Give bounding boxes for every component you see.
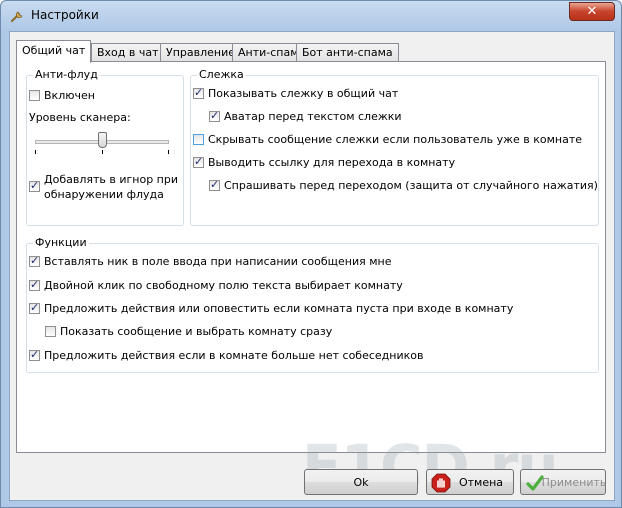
ask-before-jump-checkbox[interactable]: Спрашивать перед переходом (защита от сл…	[209, 178, 598, 193]
insert-nick-checkbox[interactable]: Вставлять ник в поле ввода при написании…	[29, 254, 391, 269]
watch-group: Слежка Показывать слежку в общий чат Ава…	[190, 68, 599, 226]
scanner-level-label: Уровень сканера:	[29, 111, 131, 124]
tab-chat-entry[interactable]: Вход в чат	[91, 43, 165, 62]
checkbox-box	[29, 278, 40, 291]
no-companions-action-checkbox[interactable]: Предложить действия если в комнате больш…	[29, 348, 423, 363]
title-bar: Настройки ✕	[1, 1, 621, 31]
antiflood-legend: Анти-флуд	[33, 68, 100, 81]
antiflood-group: Анти-флуд Включен Уровень сканера: Добав…	[26, 68, 184, 226]
stop-hand-icon	[431, 473, 451, 493]
close-button[interactable]: ✕	[569, 2, 615, 21]
tab-anti-spam[interactable]: Анти-спам	[232, 43, 305, 62]
functions-group: Функции Вставлять ник в поле ввода при н…	[26, 236, 599, 373]
checkbox-box	[29, 179, 40, 192]
cancel-button-label: Отмена	[458, 475, 504, 489]
checkmark-icon	[526, 475, 544, 491]
show-message-select-room-label: Показать сообщение и выбрать комнату сра…	[60, 325, 333, 338]
cancel-button[interactable]: Отмена	[426, 469, 514, 495]
checkbox-box	[29, 348, 40, 361]
double-click-room-checkbox[interactable]: Двойной клик по свободному полю текста в…	[29, 278, 403, 293]
hide-watch-label: Скрывать сообщение слежки если пользоват…	[208, 133, 583, 146]
antiflood-ignore-checkbox[interactable]: Добавлять в игнор при обнаружении флуда	[29, 172, 178, 202]
double-click-room-label: Двойной клик по свободному полю текста в…	[44, 279, 403, 292]
room-link-label: Выводить ссылку для перехода в комнату	[208, 156, 456, 169]
antiflood-enabled-checkbox[interactable]: Включен	[29, 88, 95, 103]
ok-button-label: Ok	[353, 475, 369, 489]
room-link-checkbox[interactable]: Выводить ссылку для перехода в комнату	[193, 155, 455, 170]
checkbox-box	[209, 178, 220, 191]
antiflood-ignore-label: Добавлять в игнор при обнаружении флуда	[44, 173, 178, 201]
window-title: Настройки	[31, 8, 99, 22]
avatar-before-watch-label: Аватар перед текстом слежки	[224, 110, 402, 123]
show-watch-label: Показывать слежку в общий чат	[208, 87, 399, 100]
insert-nick-label: Вставлять ник в поле ввода при написании…	[44, 255, 392, 268]
tab-management[interactable]: Управление	[160, 43, 242, 62]
no-companions-action-label: Предложить действия если в комнате больш…	[44, 349, 424, 362]
empty-room-action-label: Предложить действия или оповестить если …	[44, 302, 514, 315]
empty-room-action-checkbox[interactable]: Предложить действия или оповестить если …	[29, 301, 513, 316]
show-watch-checkbox[interactable]: Показывать слежку в общий чат	[193, 86, 398, 101]
watch-legend: Слежка	[197, 68, 246, 81]
tab-panel-general: Анти-флуд Включен Уровень сканера: Добав…	[16, 61, 606, 453]
checkbox-box	[29, 254, 40, 267]
checkbox-box	[193, 155, 204, 168]
checkbox-box	[193, 134, 204, 145]
tab-anti-spam-bot[interactable]: Бот анти-спама	[296, 43, 399, 62]
wrench-icon	[10, 11, 23, 23]
tab-general-chat[interactable]: Общий чат	[16, 40, 92, 63]
scanner-slider-ticks	[35, 150, 169, 154]
settings-window: Настройки ✕ Общий чат Вход в чат Управле…	[0, 0, 622, 508]
functions-legend: Функции	[33, 236, 89, 249]
apply-button[interactable]: Применить	[520, 469, 606, 495]
checkbox-box	[209, 109, 220, 122]
checkbox-box	[193, 86, 204, 99]
hide-watch-checkbox[interactable]: Скрывать сообщение слежки если пользоват…	[193, 132, 582, 147]
checkbox-box	[45, 326, 56, 337]
checkbox-box	[29, 90, 40, 101]
avatar-before-watch-checkbox[interactable]: Аватар перед текстом слежки	[209, 109, 402, 124]
antiflood-enabled-label: Включен	[44, 89, 95, 102]
show-message-select-room-checkbox[interactable]: Показать сообщение и выбрать комнату сра…	[45, 324, 332, 339]
apply-button-label: Применить	[541, 475, 607, 489]
dialog-client: Общий чат Вход в чат Управление Анти-спа…	[9, 31, 615, 501]
checkbox-box	[29, 301, 40, 314]
ok-button[interactable]: Ok	[304, 469, 418, 495]
ask-before-jump-label: Спрашивать перед переходом (защита от сл…	[224, 179, 598, 192]
scanner-slider-thumb[interactable]	[98, 132, 107, 148]
